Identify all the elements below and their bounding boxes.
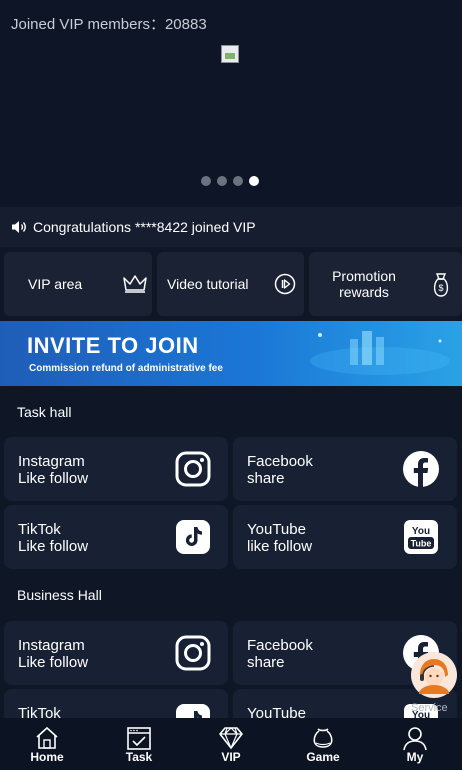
svg-text:Tube: Tube [411, 539, 432, 549]
speaker-icon [12, 221, 26, 233]
home-icon [36, 726, 58, 749]
card-text: TikTok Like follow [18, 521, 88, 555]
card-subtitle: Like follow [18, 538, 89, 555]
tab-vip-label: VIP [221, 750, 241, 764]
task-youtube-card[interactable]: YouTube like follow You Tube [233, 505, 457, 569]
tab-vip[interactable]: VIP [201, 718, 261, 770]
invite-title: INVITE TO JOIN [27, 333, 199, 358]
card-title: Instagram [18, 453, 85, 470]
card-text: Facebook share [247, 637, 313, 671]
vip-banner[interactable]: Joined VIP members：20883 [0, 0, 462, 205]
promotion-rewards-label: Promotion rewards [332, 268, 396, 300]
svg-text:$: $ [438, 283, 443, 293]
diamond-icon [219, 727, 243, 750]
tab-home[interactable]: Home [17, 718, 77, 770]
card-subtitle: Like follow [18, 470, 89, 487]
card-subtitle: like follow [247, 538, 313, 555]
invite-decoration [310, 331, 450, 375]
instagram-icon [175, 635, 211, 671]
invite-subtitle: Commission refund of administrative fee [29, 363, 223, 374]
card-text: Instagram Like follow [18, 453, 88, 487]
tab-task[interactable]: Task [109, 718, 169, 770]
task-tiktok-card[interactable]: TikTok Like follow [4, 505, 228, 569]
tab-home-label: Home [30, 750, 64, 764]
card-title: Facebook [247, 637, 313, 654]
task-icon [127, 727, 151, 750]
carousel-dots [201, 176, 259, 186]
carousel-dot[interactable] [233, 176, 243, 186]
vip-area-button[interactable]: VIP area [4, 252, 152, 316]
vip-area-label: VIP area [28, 276, 83, 292]
youtube-icon: You Tube [404, 520, 438, 554]
card-title: YouTube [247, 521, 306, 538]
tiktok-icon [176, 520, 210, 554]
tab-game[interactable]: Game [293, 718, 353, 770]
service-label: Service [411, 702, 448, 714]
invite-banner[interactable]: INVITE TO JOIN Commission refund of admi… [0, 321, 462, 386]
service-agent-icon [411, 652, 457, 698]
video-tutorial-label: Video tutorial [167, 276, 249, 292]
game-icon [313, 728, 333, 748]
tab-game-label: Game [306, 750, 340, 764]
crown-icon [123, 275, 147, 293]
carousel-dot[interactable] [201, 176, 211, 186]
task-facebook-card[interactable]: Facebook share [233, 437, 457, 501]
carousel-dot[interactable] [217, 176, 227, 186]
card-subtitle: share [247, 654, 285, 671]
announcement-bar: Congratulations ****8422 joined VIP [0, 207, 462, 247]
card-text: YouTube like follow [247, 521, 312, 555]
banner-image-placeholder [221, 45, 239, 63]
money-bag-icon: $ [433, 273, 449, 297]
vip-member-count: Joined VIP members：20883 [11, 16, 207, 33]
bottom-tab-bar: Home Task VIP Game My [0, 718, 462, 770]
card-text: Facebook share [247, 453, 313, 487]
customer-service-button[interactable]: Service [410, 648, 458, 714]
tab-my-label: My [406, 750, 424, 764]
card-title: TikTok [18, 521, 61, 538]
task-instagram-card[interactable]: Instagram Like follow [4, 437, 228, 501]
promotion-rewards-button[interactable]: Promotion rewards $ [309, 252, 462, 316]
svg-text:You: You [412, 526, 430, 537]
video-tutorial-button[interactable]: Video tutorial [157, 252, 304, 316]
card-title: Instagram [18, 637, 85, 654]
play-circle-icon [274, 273, 296, 295]
business-hall-title: Business Hall [17, 587, 102, 603]
facebook-icon [403, 451, 439, 487]
business-instagram-card[interactable]: Instagram Like follow [4, 621, 228, 685]
carousel-dot-active[interactable] [249, 176, 259, 186]
card-title: Facebook [247, 453, 313, 470]
tab-my[interactable]: My [385, 718, 445, 770]
tab-task-label: Task [125, 750, 153, 764]
user-icon [403, 727, 427, 751]
card-subtitle: share [247, 470, 285, 487]
card-subtitle: Like follow [18, 654, 89, 671]
instagram-icon [175, 451, 211, 487]
task-hall-title: Task hall [17, 404, 72, 420]
announcement-text: Congratulations ****8422 joined VIP [33, 219, 256, 235]
card-text: Instagram Like follow [18, 637, 88, 671]
